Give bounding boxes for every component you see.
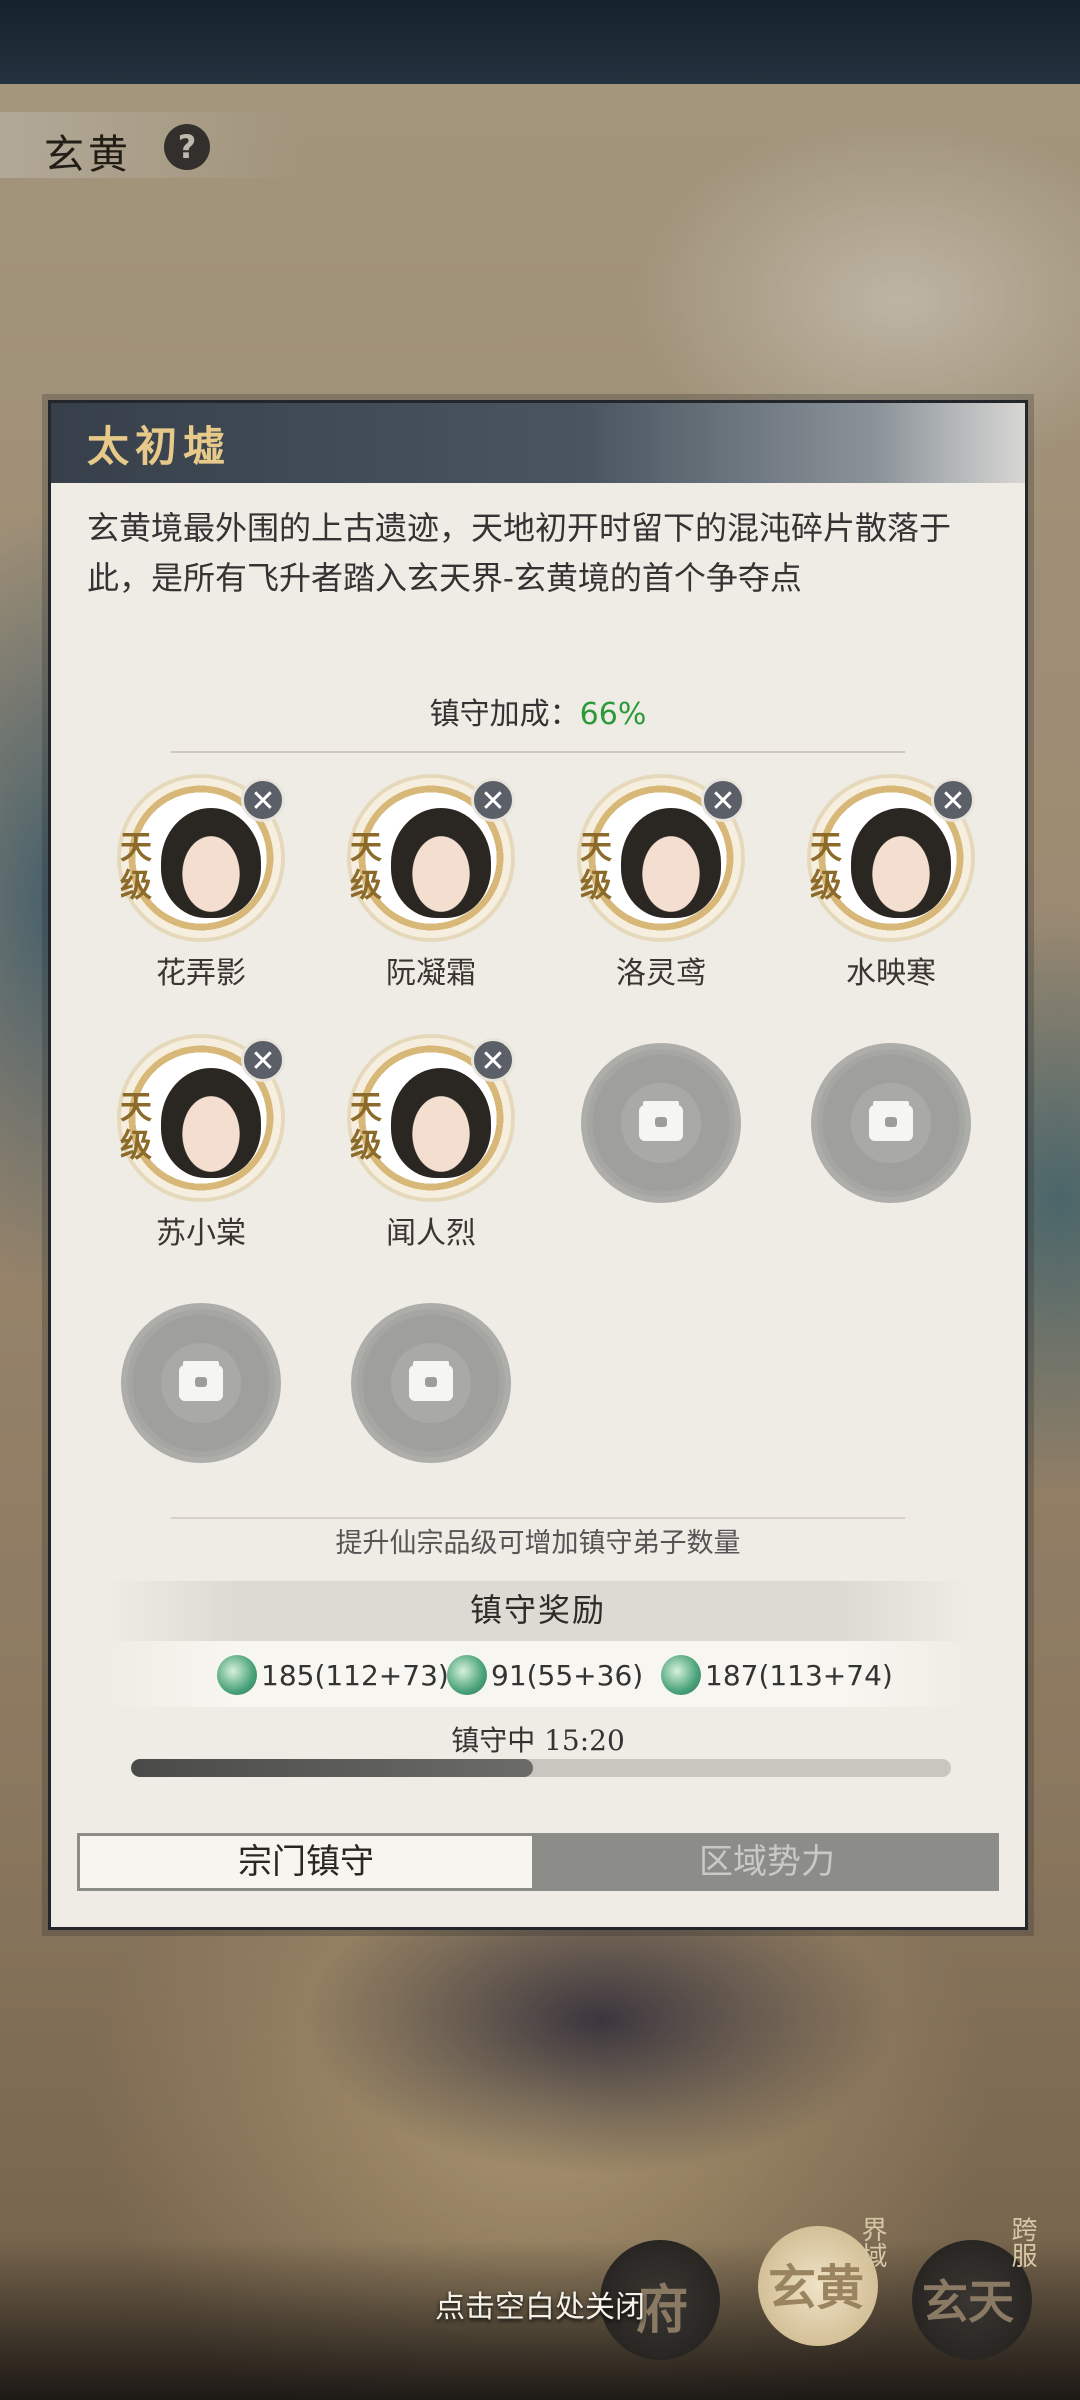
remove-disciple-button[interactable]: ✕ bbox=[241, 778, 285, 822]
remove-disciple-button[interactable]: ✕ bbox=[931, 778, 975, 822]
panel-title: 太初墟 bbox=[87, 422, 232, 471]
empty-guard-slot[interactable] bbox=[121, 1303, 281, 1463]
disciple-slot[interactable]: 天级 ✕ 水映寒 bbox=[801, 778, 981, 991]
disciple-slot[interactable]: 天级 ✕ 苏小棠 bbox=[111, 1038, 291, 1251]
disciple-name: 水映寒 bbox=[846, 956, 936, 991]
grade-badge: 天级 bbox=[579, 828, 612, 904]
panel-header: 太初墟 bbox=[51, 403, 1025, 483]
lock-icon bbox=[179, 1365, 223, 1401]
guard-bonus-value: 66% bbox=[579, 697, 647, 732]
guard-progress-fill bbox=[131, 1759, 533, 1777]
empty-guard-slot[interactable] bbox=[351, 1303, 511, 1463]
grade-badge: 天级 bbox=[809, 828, 842, 904]
tab-sect-guard[interactable]: 宗门镇守 bbox=[77, 1833, 535, 1891]
portrait-image bbox=[851, 808, 951, 918]
disciple-name: 闻人烈 bbox=[386, 1216, 476, 1251]
rewards-title: 镇守奖励 bbox=[469, 1591, 606, 1629]
disciple-slot[interactable]: 天级 ✕ 闻人烈 bbox=[341, 1038, 521, 1251]
disciple-slot[interactable]: 天级 ✕ 洛灵鸢 bbox=[571, 778, 751, 991]
guard-status: 镇守中 15:20 bbox=[451, 1724, 625, 1757]
lock-icon bbox=[869, 1105, 913, 1141]
upgrade-hint: 提升仙宗品级可增加镇守弟子数量 bbox=[335, 1528, 741, 1559]
portrait-image bbox=[161, 808, 261, 918]
guard-bonus-label: 镇守加成： bbox=[429, 697, 580, 732]
spirit-gourd-icon bbox=[447, 1655, 487, 1695]
portrait-image bbox=[391, 808, 491, 918]
portrait-image bbox=[391, 1068, 491, 1178]
reward-amount: 187(113+74) bbox=[705, 1658, 893, 1692]
disciple-slot[interactable]: 天级 ✕ 花弄影 bbox=[111, 778, 291, 991]
empty-guard-slot[interactable] bbox=[581, 1043, 741, 1203]
disciple-name: 阮凝霜 bbox=[386, 956, 476, 991]
grade-badge: 天级 bbox=[349, 828, 382, 904]
guard-bonus: 镇守加成：66% bbox=[51, 689, 1025, 733]
close-hint: 点击空白处关闭 bbox=[435, 2290, 645, 2325]
disciple-slot[interactable]: 天级 ✕ 阮凝霜 bbox=[341, 778, 521, 991]
grade-badge: 天级 bbox=[119, 1088, 152, 1164]
remove-disciple-button[interactable]: ✕ bbox=[241, 1038, 285, 1082]
portrait-image bbox=[621, 808, 721, 918]
lock-icon bbox=[639, 1105, 683, 1141]
reward-amount: 185(112+73) bbox=[261, 1658, 449, 1692]
grade-badge: 天级 bbox=[349, 1088, 382, 1164]
elixir-gourd-icon bbox=[661, 1655, 701, 1695]
reward-item: 91(55+36) bbox=[447, 1653, 643, 1697]
panel-tabs: 宗门镇守 区域势力 bbox=[77, 1833, 999, 1891]
lock-icon bbox=[409, 1365, 453, 1401]
disciple-name: 洛灵鸢 bbox=[616, 956, 706, 991]
disciple-name: 花弄影 bbox=[156, 956, 246, 991]
guard-progress-bar bbox=[131, 1759, 951, 1777]
remove-disciple-button[interactable]: ✕ bbox=[471, 1038, 515, 1082]
reward-item: 187(113+74) bbox=[661, 1653, 893, 1697]
grade-badge: 天级 bbox=[119, 828, 152, 904]
nav-side-label: 界域 bbox=[857, 2216, 887, 2268]
panel-description: 玄黄境最外围的上古遗迹，天地初开时留下的混沌碎片散落于此，是所有飞升者踏入玄天界… bbox=[87, 509, 952, 597]
divider bbox=[171, 1517, 905, 1519]
jade-plate-icon bbox=[217, 1655, 257, 1695]
empty-guard-slot[interactable] bbox=[811, 1043, 971, 1203]
nav-side-label: 跨服 bbox=[1007, 2216, 1037, 2268]
remove-disciple-button[interactable]: ✕ bbox=[701, 778, 745, 822]
divider bbox=[171, 751, 905, 753]
reward-item: 185(112+73) bbox=[217, 1653, 449, 1697]
disciple-name: 苏小棠 bbox=[156, 1216, 246, 1251]
reward-amount: 91(55+36) bbox=[491, 1658, 644, 1692]
tab-region-forces[interactable]: 区域势力 bbox=[535, 1833, 999, 1891]
guard-panel: 太初墟 玄黄境最外围的上古遗迹，天地初开时留下的混沌碎片散落于此，是所有飞升者踏… bbox=[48, 400, 1028, 1930]
remove-disciple-button[interactable]: ✕ bbox=[471, 778, 515, 822]
portrait-image bbox=[161, 1068, 261, 1178]
